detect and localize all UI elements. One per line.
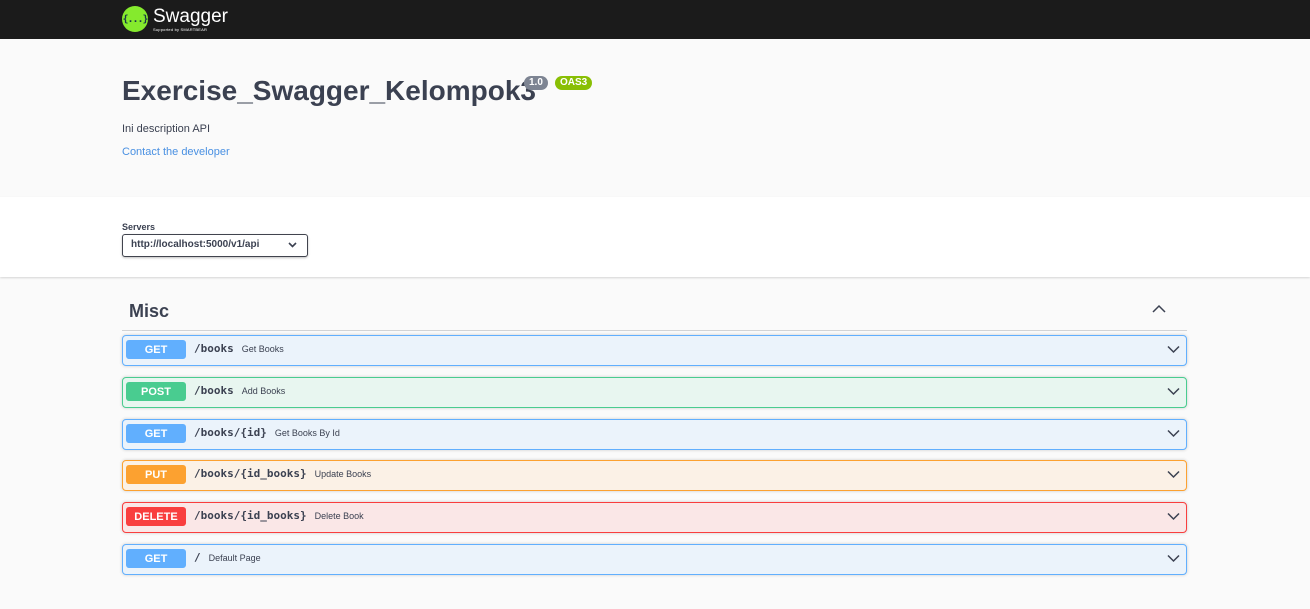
oas-badge: OAS3 — [555, 76, 593, 90]
api-title: Exercise_Swagger_Kelompok3 — [122, 75, 536, 106]
swagger-logo-icon: {...} — [122, 6, 149, 32]
operation-path: /books/{id_books} Update Books — [194, 467, 371, 480]
logo-name: Swagger — [153, 5, 228, 27]
chevron-up-icon[interactable] — [1152, 304, 1166, 314]
section-divider — [122, 330, 1187, 331]
operation-summary: Add Books — [241, 386, 286, 396]
method-badge: GET — [126, 340, 186, 359]
operation-path: /books/{id_books} Delete Book — [194, 509, 364, 522]
chevron-down-icon — [1167, 429, 1180, 438]
path-text: /books/{id} — [194, 426, 267, 439]
path-text: /books — [194, 384, 234, 397]
chevron-down-icon — [1167, 345, 1180, 354]
logo-text: Swagger Supported by SMARTBEAR — [153, 5, 228, 32]
servers-select[interactable]: http://localhost:5000/v1/api — [122, 234, 308, 257]
operation-summary: Get Books — [241, 344, 284, 354]
operation-put-book[interactable]: PUT /books/{id_books} Update Books — [122, 460, 1187, 491]
topbar: {...} Swagger Supported by SMARTBEAR — [0, 0, 1310, 39]
api-description: Ini description API — [122, 123, 211, 135]
chevron-down-icon — [1167, 387, 1180, 396]
method-badge: POST — [126, 382, 186, 401]
method-badge: GET — [126, 424, 186, 443]
logo-subtitle: Supported by SMARTBEAR — [153, 26, 208, 32]
operation-path: /books Get Books — [194, 342, 284, 355]
chevron-down-icon — [1167, 512, 1180, 521]
operation-delete-book[interactable]: DELETE /books/{id_books} Delete Book — [122, 502, 1187, 533]
operation-get-book-by-id[interactable]: GET /books/{id} Get Books By Id — [122, 419, 1187, 450]
swagger-logo[interactable]: {...} Swagger Supported by SMARTBEAR — [122, 2, 228, 36]
chevron-down-icon — [1167, 554, 1180, 563]
path-text: /books/{id_books} — [194, 509, 307, 522]
operation-path: / Default Page — [194, 551, 261, 564]
servers-selected-value: http://localhost:5000/v1/api — [131, 239, 260, 250]
method-badge: DELETE — [126, 507, 186, 526]
operation-get-default-page[interactable]: GET / Default Page — [122, 544, 1187, 575]
chevron-down-icon — [1167, 470, 1180, 479]
operation-path: /books Add Books — [194, 384, 285, 397]
servers-label: Servers — [122, 222, 156, 232]
operation-summary: Default Page — [208, 553, 261, 563]
version-badge: 1.0 — [524, 76, 548, 90]
path-text: /books/{id_books} — [194, 467, 307, 480]
api-info: Exercise_Swagger_Kelompok3 1.0 OAS3 Ini … — [0, 39, 1310, 197]
method-badge: PUT — [126, 465, 186, 484]
path-text: /books — [194, 342, 234, 355]
operation-post-books[interactable]: POST /books Add Books — [122, 377, 1187, 408]
path-text: / — [194, 551, 201, 564]
contact-link[interactable]: Contact the developer — [122, 146, 230, 158]
operation-get-books[interactable]: GET /books Get Books — [122, 335, 1187, 366]
scheme-container: Servers http://localhost:5000/v1/api — [0, 197, 1310, 277]
operation-summary: Update Books — [314, 469, 372, 479]
operation-summary: Delete Book — [314, 511, 364, 521]
operation-summary: Get Books By Id — [274, 428, 340, 438]
section-title[interactable]: Misc — [129, 301, 169, 322]
method-badge: GET — [126, 549, 186, 568]
operation-path: /books/{id} Get Books By Id — [194, 426, 340, 439]
chevron-down-icon — [288, 242, 297, 248]
